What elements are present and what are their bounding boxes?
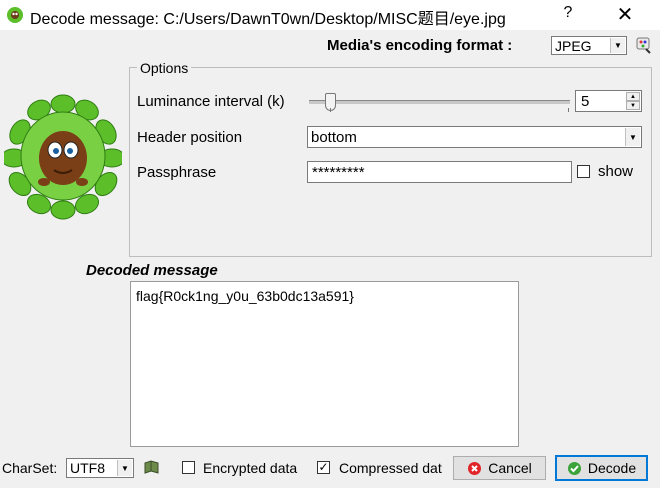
window-title: Decode message: C:/Users/DawnT0wn/Deskto… — [30, 11, 506, 28]
show-passphrase-checkbox[interactable] — [577, 165, 590, 178]
luminance-interval-label: Luminance interval (k) — [137, 93, 285, 110]
help-button[interactable]: ? — [558, 4, 578, 22]
slider-tick — [330, 108, 331, 112]
encrypted-data-checkbox[interactable] — [182, 461, 195, 474]
chevron-down-icon: ▼ — [625, 128, 640, 146]
cancel-button[interactable]: Cancel — [453, 456, 546, 480]
header-position-select[interactable]: bottom ▼ — [307, 126, 642, 148]
palette-icon[interactable] — [635, 36, 653, 54]
slider-tick — [568, 108, 569, 112]
check-icon — [567, 461, 581, 475]
charset-label: CharSet: — [2, 460, 58, 476]
decoded-message-label: Decoded message — [86, 262, 218, 279]
decode-button[interactable]: Decode — [555, 455, 648, 481]
book-icon[interactable] — [143, 459, 160, 476]
cancel-icon — [468, 461, 482, 475]
encrypted-data-label: Encrypted data — [203, 460, 298, 476]
compressed-data-label: Compressed dat — [339, 460, 442, 476]
cancel-button-label: Cancel — [488, 460, 532, 476]
header-position-label: Header position — [137, 129, 243, 146]
options-group-title: Options — [137, 60, 192, 76]
passphrase-input[interactable]: ********* — [307, 161, 572, 183]
luminance-value: 5 — [581, 93, 590, 110]
close-button[interactable]: ✕ — [612, 2, 638, 27]
chevron-down-icon: ▼ — [610, 38, 625, 53]
chevron-down-icon: ▼ — [117, 460, 132, 476]
passphrase-label: Passphrase — [137, 164, 217, 181]
decoded-message-textarea[interactable]: flag{R0ck1ng_y0u_63b0dc13a591} — [130, 281, 519, 447]
charset-value: UTF8 — [70, 460, 105, 476]
luminance-slider-track[interactable] — [309, 100, 570, 104]
show-passphrase-label: show — [598, 163, 634, 180]
charset-select[interactable]: UTF8 ▼ — [66, 458, 134, 478]
title-bar: Decode message: C:/Users/DawnT0wn/Deskto… — [0, 0, 660, 30]
encoding-format-value: JPEG — [555, 38, 592, 54]
leafy-mascot-image — [4, 94, 122, 220]
luminance-spinbox[interactable]: 5 ▲ ▼ — [575, 90, 642, 112]
spin-down-icon[interactable]: ▼ — [626, 101, 640, 110]
decode-button-label: Decode — [587, 460, 637, 476]
spin-up-icon[interactable]: ▲ — [626, 92, 640, 101]
encoding-format-label: Media's encoding format : — [327, 37, 513, 54]
compressed-data-checkbox[interactable]: ✓ — [317, 461, 330, 474]
encoding-format-select[interactable]: JPEG ▼ — [551, 36, 627, 55]
header-position-value: bottom — [311, 129, 357, 146]
leaf-character-icon — [7, 7, 23, 23]
